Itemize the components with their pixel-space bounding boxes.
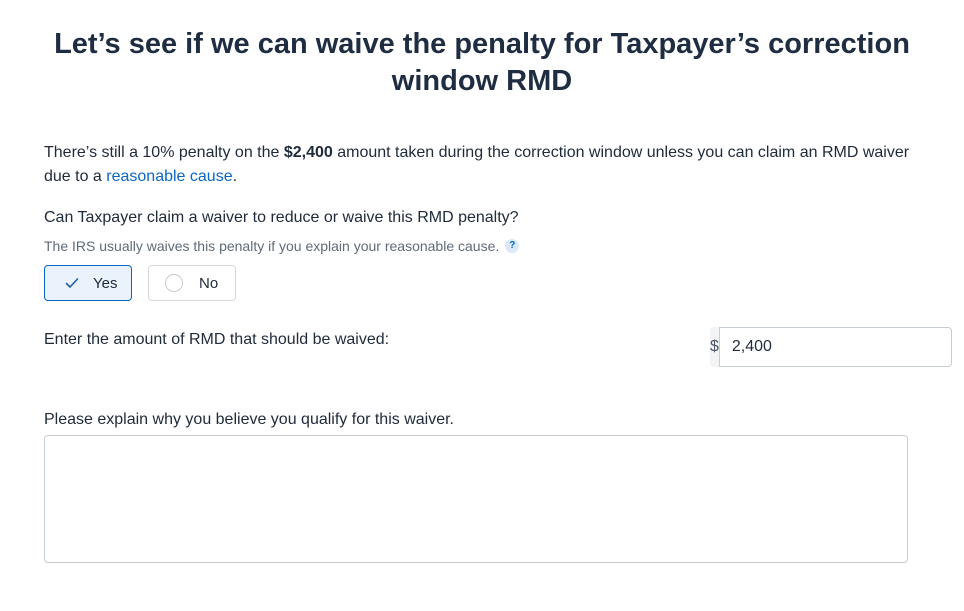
yes-option-button[interactable]: Yes (44, 265, 132, 301)
intro-paragraph: There’s still a 10% penalty on the $2,40… (44, 141, 914, 188)
intro-text-end: . (232, 167, 238, 185)
no-option-label: No (199, 274, 219, 292)
explanation-label: Please explain why you believe you quali… (44, 411, 454, 428)
help-icon[interactable]: ? (505, 239, 520, 253)
waiver-help-text-row: The IRS usually waives this penalty if y… (44, 237, 520, 255)
waived-amount-label: Enter the amount of RMD that should be w… (44, 331, 390, 348)
yes-option-label: Yes (93, 274, 118, 292)
reasonable-cause-link[interactable]: reasonable cause (106, 168, 232, 185)
no-option-button[interactable]: No (148, 265, 236, 301)
dollar-prefix: $ (710, 327, 719, 367)
explanation-textarea[interactable] (44, 435, 908, 563)
penalty-amount: $2,400 (283, 144, 333, 161)
intro-text-start: There’s still a 10% penalty on the (44, 144, 284, 161)
waived-amount-input[interactable] (718, 327, 952, 367)
waiver-help-text: The IRS usually waives this penalty if y… (44, 238, 500, 254)
waiver-question-label: Can Taxpayer claim a waiver to reduce or… (44, 209, 519, 226)
page-title: Let’s see if we can waive the penalty fo… (54, 28, 910, 97)
waived-amount-group: $ (710, 327, 952, 367)
check-icon (65, 278, 79, 288)
radio-icon (165, 274, 183, 292)
